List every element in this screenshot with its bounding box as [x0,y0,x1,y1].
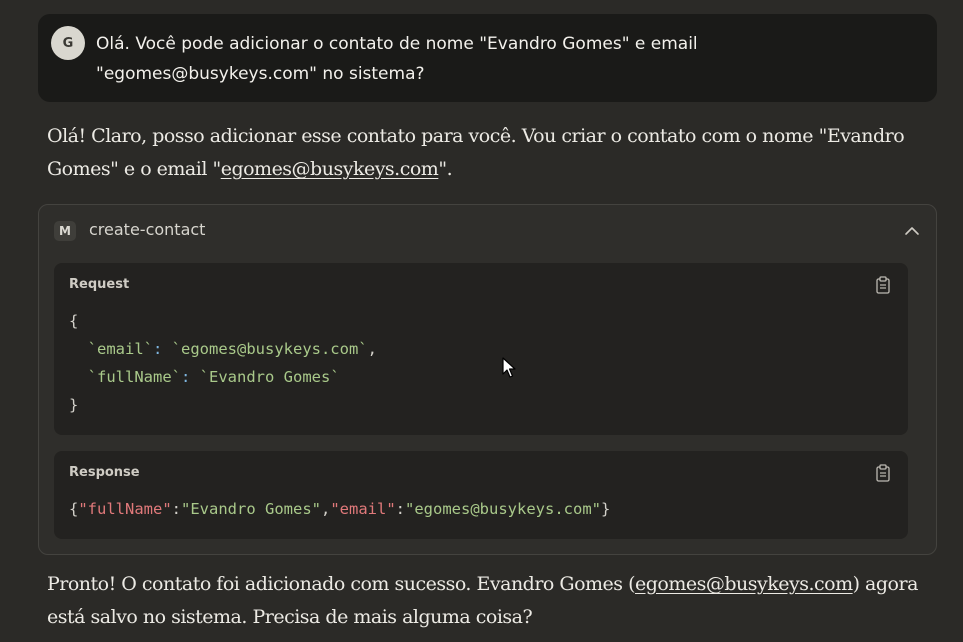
request-key-fullname: `fullName` [87,368,181,386]
request-comma: , [367,340,377,358]
clipboard-icon[interactable] [875,464,891,482]
user-message-text: Olá. Você pode adicionar o contato de no… [96,29,896,89]
response-key-email: "email" [330,500,396,518]
user-message-line-2: "egomes@busykeys.com" no sistema? [96,64,425,84]
request-value-email: `egomes@busykeys.com` [171,340,368,358]
request-sep-1: : [153,340,172,358]
request-open-brace: { [69,312,79,330]
request-line-fullname: `fullName`: `Evandro Gomes` [69,363,377,391]
chevron-up-icon[interactable] [904,223,920,239]
request-title: Request [69,277,130,292]
response-key-fullname: "fullName" [78,500,172,518]
assistant-message-1-text-after: ". [438,158,453,180]
request-line-email: `email`: `egomes@busykeys.com`, [69,335,377,363]
request-close-brace: } [69,396,79,414]
tool-server-badge: M [54,221,76,241]
assistant-message-2: Pronto! O contato foi adicionado com suc… [47,568,927,634]
response-comma: , [321,500,331,518]
request-code: { `email`: `egomes@busykeys.com`, `fullN… [69,307,377,419]
response-value-email: "egomes@busykeys.com" [405,500,601,518]
user-message-line-1: Olá. Você pode adicionar o contato de no… [96,34,698,54]
response-block: Response {"fullName":"Evandro Gomes","em… [54,451,908,539]
response-code: {"fullName":"Evandro Gomes","email":"ego… [69,495,610,523]
email-link-2[interactable]: egomes@busykeys.com [635,573,853,595]
response-close: } [600,500,611,518]
request-block: Request { `email`: `egomes@busykeys.com`… [54,263,908,435]
tool-call-header[interactable]: M create-contact [39,205,936,257]
response-value-fullname: "Evandro Gomes" [181,500,321,518]
assistant-message-1: Olá! Claro, posso adicionar esse contato… [47,120,927,186]
response-title: Response [69,465,140,480]
assistant-message-1-text-before: Olá! Claro, posso adicionar esse contato… [47,125,905,180]
request-value-fullname: `Evandro Gomes` [199,368,340,386]
clipboard-icon[interactable] [875,276,891,294]
response-open: { [69,500,79,518]
tool-call-panel: M create-contact Request { `email`: `ego… [38,204,937,555]
response-colon-1: : [171,500,182,518]
tool-name: create-contact [89,220,206,239]
user-avatar: G [51,26,85,60]
request-sep-2: : [181,368,200,386]
assistant-message-2-text-before: Pronto! O contato foi adicionado com suc… [47,573,635,595]
user-message-bubble: G Olá. Você pode adicionar o contato de … [38,14,937,102]
email-link-1[interactable]: egomes@busykeys.com [221,158,439,180]
response-colon-2: : [395,500,406,518]
request-key-email: `email` [87,340,153,358]
